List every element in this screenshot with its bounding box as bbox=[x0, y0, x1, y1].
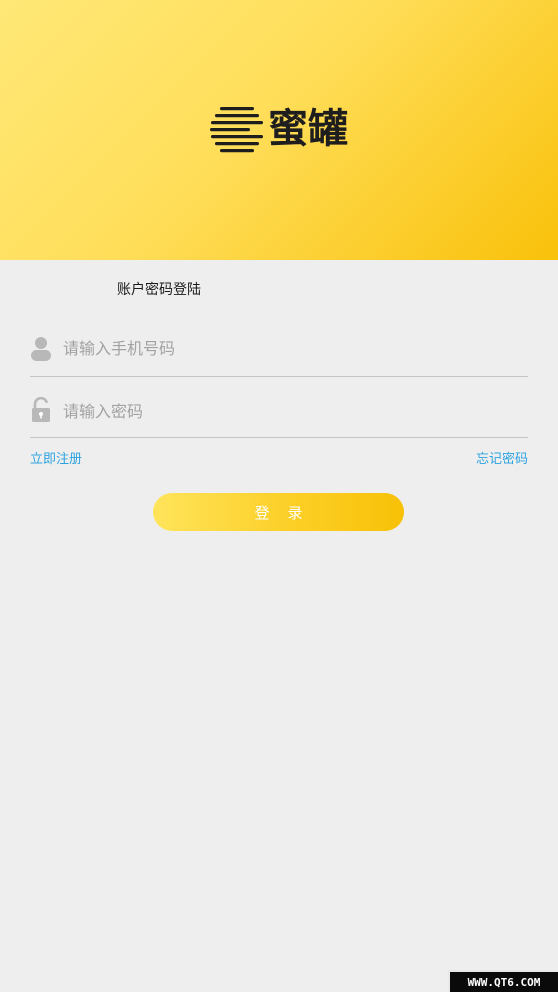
forgot-password-link[interactable]: 忘记密码 bbox=[476, 448, 528, 467]
app-name: 蜜罐 bbox=[268, 106, 348, 152]
unlock-icon bbox=[32, 397, 50, 422]
login-mode-title: 账户密码登陆 bbox=[117, 282, 201, 298]
phone-field[interactable] bbox=[30, 320, 528, 377]
password-input[interactable] bbox=[63, 385, 523, 437]
app-logo: 蜜罐 bbox=[210, 104, 348, 154]
user-icon bbox=[31, 337, 51, 361]
login-button[interactable]: 登录 bbox=[153, 493, 404, 531]
password-field[interactable] bbox=[30, 385, 528, 438]
register-link[interactable]: 立即注册 bbox=[30, 448, 82, 467]
site-watermark: WWW.QT6.COM bbox=[448, 970, 558, 992]
honeypot-lines-icon bbox=[210, 107, 263, 153]
phone-input[interactable] bbox=[63, 320, 523, 376]
header-banner: 蜜罐 bbox=[0, 0, 558, 260]
